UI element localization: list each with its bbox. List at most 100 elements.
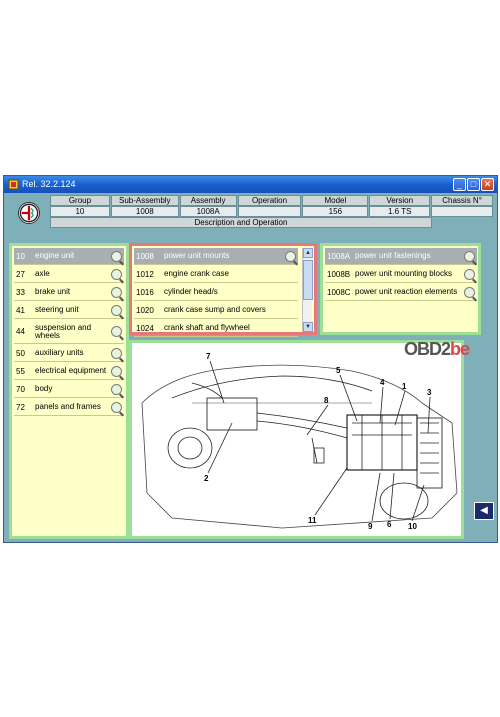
group-name: steering unit	[35, 305, 79, 314]
group-item-72[interactable]: 72 panels and frames	[14, 399, 124, 416]
subassembly-name: crank shaft and flywheel	[164, 323, 250, 332]
subassembly-name: engine crank case	[164, 269, 229, 278]
subassembly-item-1016[interactable]: 1016 cylinder head/s	[134, 284, 298, 301]
assembly-list-panel: 1008A power unit fastenings 1008B power …	[320, 243, 481, 335]
group-label: Group	[50, 195, 110, 206]
magnifier-icon[interactable]	[111, 401, 122, 413]
group-item-10[interactable]: 10 engine unit	[14, 248, 124, 265]
group-name: body	[35, 384, 53, 393]
magnifier-icon[interactable]	[464, 250, 475, 262]
callout-6: 6	[387, 520, 392, 529]
scroll-down-icon[interactable]: ▼	[303, 322, 313, 332]
subassembly-list-panel: 1008 power unit mounts 1012 engine crank…	[129, 243, 317, 337]
info-grid: Group Sub-Assembly Assembly Operation Mo…	[50, 195, 494, 228]
group-name: axle	[35, 269, 50, 278]
brand-suffix: be	[450, 339, 470, 359]
subassembly-name: power unit mounts	[164, 251, 230, 260]
exploded-diagram-panel: 7 5 4 1 3 8 2 11 9 6 10	[129, 340, 464, 539]
group-item-70[interactable]: 70 body	[14, 381, 124, 398]
assembly-code: 1008B	[327, 269, 351, 279]
group-item-55[interactable]: 55 electrical equipment	[14, 363, 124, 380]
subassembly-code: 1012	[136, 269, 154, 279]
group-name: auxiliary units	[35, 348, 84, 357]
group-code: 44	[16, 327, 25, 336]
group-item-33[interactable]: 33 brake unit	[14, 284, 124, 301]
callout-5: 5	[336, 366, 341, 375]
title-bar[interactable]: Rel. 32.2.124 _ □ ✕	[4, 176, 497, 193]
back-arrow-button[interactable]: ◀	[474, 502, 494, 520]
group-name: electrical equipment	[35, 366, 107, 375]
description-operation-label: Description and Operation	[50, 217, 432, 228]
minimize-button[interactable]: _	[453, 178, 466, 191]
magnifier-icon[interactable]	[111, 383, 122, 395]
callout-11: 11	[308, 516, 317, 525]
group-code: 10	[16, 251, 25, 261]
group-code: 41	[16, 305, 25, 315]
model-value: 156	[302, 206, 369, 217]
subassembly-label: Sub-Assembly	[110, 195, 179, 206]
magnifier-icon[interactable]	[464, 268, 475, 280]
group-code: 27	[16, 269, 25, 279]
brand-prefix: OBD2	[404, 339, 451, 359]
chassis-value	[431, 206, 493, 217]
scroll-up-icon[interactable]: ▲	[303, 248, 313, 258]
assembly-name: power unit mounting blocks	[355, 269, 452, 278]
close-button[interactable]: ✕	[481, 178, 494, 191]
magnifier-icon[interactable]	[111, 286, 122, 298]
scroll-thumb[interactable]	[303, 260, 313, 300]
callout-4: 4	[380, 378, 385, 387]
version-value: 1.6 TS	[369, 206, 431, 217]
operation-label: Operation	[237, 195, 302, 206]
assembly-label: Assembly	[179, 195, 237, 206]
subassembly-code: 1016	[136, 287, 154, 297]
group-name: engine unit	[35, 251, 75, 260]
alfa-romeo-logo-icon	[18, 202, 40, 224]
subassembly-name: crank case sump and covers	[164, 305, 266, 314]
subassembly-item-1020[interactable]: 1020 crank case sump and covers	[134, 302, 298, 319]
group-code: 70	[16, 384, 25, 394]
group-item-27[interactable]: 27 axle	[14, 266, 124, 283]
group-code: 72	[16, 402, 25, 412]
callout-1: 1	[402, 382, 407, 391]
assembly-item-1008A[interactable]: 1008A power unit fastenings	[325, 248, 477, 265]
subassembly-code: 1024	[136, 323, 154, 333]
group-name: brake unit	[35, 287, 71, 296]
magnifier-icon[interactable]	[111, 268, 122, 280]
assembly-name: power unit reaction elements	[355, 287, 458, 296]
group-value: 10	[50, 206, 110, 217]
version-label: Version	[369, 195, 431, 206]
magnifier-icon[interactable]	[285, 250, 296, 262]
group-item-50[interactable]: 50 auxiliary units	[14, 345, 124, 362]
callout-3: 3	[427, 388, 432, 397]
callout-8: 8	[324, 396, 329, 405]
subassembly-item-1008[interactable]: 1008 power unit mounts	[134, 248, 298, 265]
brand-watermark: OBD2be	[404, 339, 470, 360]
group-code: 33	[16, 287, 25, 297]
window-title: Rel. 32.2.124	[22, 179, 76, 189]
subassembly-value: 1008	[110, 206, 179, 217]
magnifier-icon[interactable]	[111, 326, 122, 337]
assembly-name: power unit fastenings	[355, 251, 431, 260]
subassembly-item-1012[interactable]: 1012 engine crank case	[134, 266, 298, 283]
magnifier-icon[interactable]	[464, 286, 475, 298]
header-bar: Group Sub-Assembly Assembly Operation Mo…	[4, 193, 497, 237]
operation-value	[237, 206, 302, 217]
car-engine-diagram: 7 5 4 1 3 8 2 11 9 6 10	[141, 352, 458, 531]
magnifier-icon[interactable]	[111, 365, 122, 377]
callout-2: 2	[204, 474, 209, 483]
assembly-value: 1008A	[179, 206, 237, 217]
callout-10: 10	[408, 522, 417, 531]
assembly-item-1008B[interactable]: 1008B power unit mounting blocks	[325, 266, 477, 283]
subassembly-scrollbar[interactable]: ▲ ▼	[302, 248, 313, 332]
group-item-44[interactable]: 44 suspension and wheels	[14, 320, 124, 344]
group-item-41[interactable]: 41 steering unit	[14, 302, 124, 319]
app-icon	[8, 179, 19, 190]
assembly-item-1008C[interactable]: 1008C power unit reaction elements	[325, 284, 477, 301]
magnifier-icon[interactable]	[111, 304, 122, 316]
subassembly-item-1024[interactable]: 1024 crank shaft and flywheel	[134, 320, 298, 337]
magnifier-icon[interactable]	[111, 250, 122, 262]
maximize-button[interactable]: □	[467, 178, 480, 191]
group-name: panels and frames	[35, 402, 101, 411]
callout-7: 7	[206, 352, 211, 361]
magnifier-icon[interactable]	[111, 347, 122, 359]
